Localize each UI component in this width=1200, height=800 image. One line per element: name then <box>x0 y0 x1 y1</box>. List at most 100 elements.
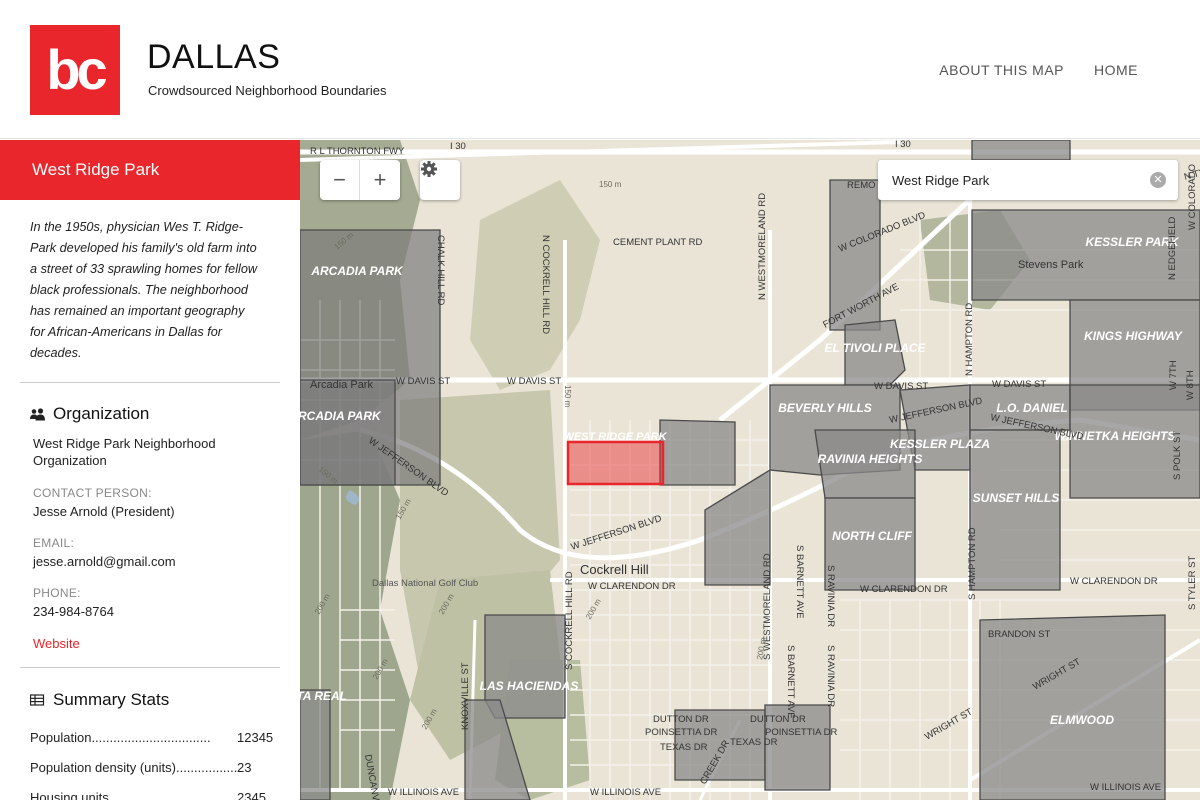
summary-heading-label: Summary Stats <box>53 690 170 709</box>
stat-name: Housing units...........................… <box>30 789 237 800</box>
map-label: ARCADIA PARK <box>310 264 404 278</box>
street-label: BRANDON ST <box>988 629 1050 640</box>
street-label: I 30 <box>895 140 911 150</box>
stat-name: Population density (units)..............… <box>30 759 237 775</box>
settings-control <box>420 160 460 200</box>
street-label: I 30 <box>450 141 466 152</box>
neighborhood-description: In the 1950s, physician Wes T. Ridge-Par… <box>30 220 258 360</box>
street-label: S POLK ST <box>1172 431 1183 480</box>
street-label: W CLARENDON DR <box>588 581 676 592</box>
map-label: BEVERLY HILLS <box>778 401 872 415</box>
street-label: W ILLINOIS AVE <box>388 787 459 798</box>
contact-value: Jesse Arnold (President) <box>33 504 175 519</box>
organization-heading: Organization <box>0 404 300 424</box>
street-label: CEMENT PLANT RD <box>613 237 703 248</box>
street-label: DUTTON DR <box>653 714 709 725</box>
place-label: Cockrell Hill <box>580 562 649 577</box>
summary-stats: Population..............................… <box>0 722 300 800</box>
search-input[interactable] <box>892 170 1142 190</box>
map-label: VISTA REAL <box>300 689 347 703</box>
contour-label: 150 m <box>599 180 622 189</box>
map-label: L.O. DANIEL <box>996 401 1067 415</box>
stat-value: 12345 <box>237 729 274 745</box>
street-label: S TYLER ST <box>1187 556 1198 610</box>
street-label: W JEFFERSON BLVD <box>570 513 664 553</box>
street-label: S BARNETT AVE <box>785 645 796 719</box>
site-subtitle: Crowdsourced Neighborhood Boundaries <box>148 83 387 98</box>
email-label: EMAIL: <box>33 536 75 550</box>
street-label: KNOXVILLE ST <box>460 662 471 730</box>
street-label: DUTTON DR <box>750 714 806 725</box>
street-label: N HAMPTON RD <box>964 303 975 376</box>
street-label: W COLORADO <box>1187 164 1198 230</box>
contour-label: 200 m <box>584 597 603 621</box>
site-header: bc DALLAS Crowdsourced Neighborhood Boun… <box>0 0 1200 139</box>
nav-about[interactable]: ABOUT THIS MAP <box>939 62 1064 78</box>
sidebar: West Ridge Park In the 1950s, physician … <box>0 140 300 800</box>
zoom-out-button[interactable]: − <box>320 160 360 200</box>
street-label: TEXAS DR <box>730 737 778 748</box>
place-label: Stevens Park <box>1018 259 1084 271</box>
street-label: W ILLINOIS AVE <box>590 787 661 798</box>
street-label: WRIGHT ST <box>923 706 975 742</box>
street-label: CHALK HILL RD <box>435 235 446 306</box>
stat-value: 23 <box>237 759 252 775</box>
summary-heading: Summary Stats <box>0 690 300 710</box>
email-value[interactable]: jesse.arnold@gmail.com <box>0 554 300 569</box>
map-label: KESSLER PLAZA <box>890 437 990 451</box>
street-label: R L THORNTON FWY <box>310 146 405 157</box>
street-label: S HAMPTON RD <box>967 527 978 600</box>
street-label: S COCKRELL HILL RD <box>564 571 575 670</box>
organization-heading-label: Organization <box>53 404 150 423</box>
street-label: W DAVIS ST <box>507 376 561 387</box>
map-label: KINGS HIGHWAY <box>1084 329 1183 343</box>
stat-name: Population..............................… <box>30 729 211 745</box>
phone-label: PHONE: <box>33 586 81 600</box>
street-label: W DAVIS ST <box>396 376 450 387</box>
map-label: WEST RIDGE PARK <box>563 431 667 443</box>
street-label: N COCKRELL HILL RD <box>540 235 551 334</box>
street-label: N EDGEFIELD <box>1167 217 1178 280</box>
street-label: W DAVIS ST <box>992 379 1046 390</box>
map-label: EL TIVOLI PLACE <box>824 341 926 355</box>
website-link[interactable]: Website <box>0 636 300 651</box>
map-label: SUNSET HILLS <box>973 491 1060 505</box>
map-label: ELMWOOD <box>1050 713 1114 727</box>
place-label: Arcadia Park <box>310 379 373 391</box>
top-nav: ABOUT THIS MAP HOME <box>939 62 1138 78</box>
divider <box>20 382 280 383</box>
clear-icon[interactable]: ✕ <box>1150 172 1166 188</box>
west-ridge-park-highlight[interactable] <box>566 440 665 486</box>
stat-value: 2345 <box>237 789 266 800</box>
map-label: NORTH CLIFF <box>832 529 912 543</box>
map-label: ARCADIA PARK <box>300 409 382 423</box>
map-svg[interactable]: ARCADIA PARK ARCADIA PARK KESSLER PARK K… <box>300 140 1200 800</box>
zoom-control: − + <box>320 160 400 200</box>
organization-name: West Ridge Park Neighborhood Organizatio… <box>33 436 216 468</box>
street-label: S RAVINIA DR <box>825 565 836 627</box>
site-title: DALLAS <box>147 38 281 76</box>
divider <box>20 667 280 668</box>
street-label: REMO <box>847 180 876 191</box>
map-canvas[interactable]: ARCADIA PARK ARCADIA PARK KESSLER PARK K… <box>300 140 1200 800</box>
contact-label: CONTACT PERSON: <box>33 486 152 500</box>
contour-label: 150 m <box>563 385 572 408</box>
map-label: RAVINIA HEIGHTS <box>818 452 923 466</box>
neighborhood-title: West Ridge Park <box>0 140 300 200</box>
map-label: LAS HACIENDAS <box>480 679 579 693</box>
table-icon <box>30 693 45 706</box>
settings-button[interactable] <box>420 160 460 200</box>
street-label: W 8TH <box>1185 370 1196 400</box>
street-label: W DAVIS ST <box>874 381 928 392</box>
street-label: POINSETTIA DR <box>645 727 717 738</box>
street-label: TEXAS DR <box>660 742 708 753</box>
street-label: W CLARENDON DR <box>860 584 948 595</box>
stat-row: Population density (units)..............… <box>30 752 300 782</box>
nav-home[interactable]: HOME <box>1094 62 1138 78</box>
street-label: N WESTMORELAND RD <box>757 193 768 300</box>
logo[interactable]: bc <box>30 25 120 115</box>
street-label: W CLARENDON DR <box>1070 576 1158 587</box>
street-label: W 7TH <box>1168 360 1179 390</box>
street-label: S BARNETT AVE <box>794 545 805 619</box>
zoom-in-button[interactable]: + <box>360 160 400 200</box>
